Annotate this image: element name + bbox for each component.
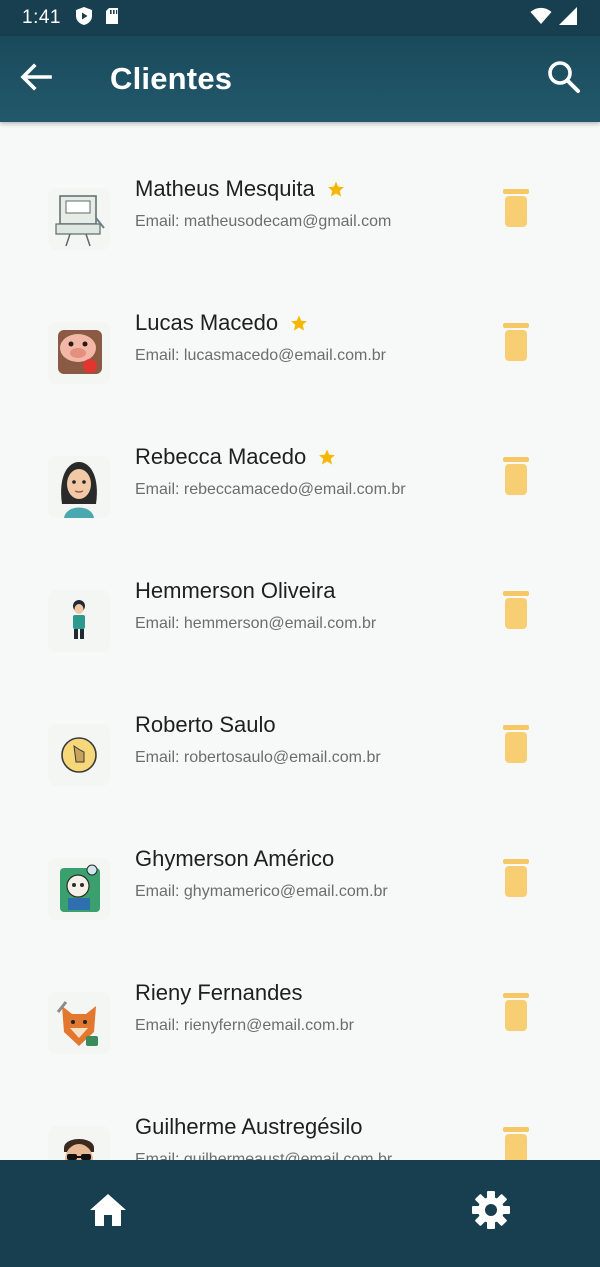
trash-icon <box>502 858 530 902</box>
trash-icon <box>502 1126 530 1160</box>
settings-icon <box>471 1190 511 1235</box>
delete-button[interactable] <box>496 318 536 370</box>
nav-settings-button[interactable] <box>469 1190 513 1234</box>
nav-home-button[interactable] <box>86 1190 130 1234</box>
status-bar: 1:41 <box>0 0 600 36</box>
client-email: Email: matheusodecam@gmail.com <box>135 213 392 230</box>
client-name: Roberto Saulo <box>135 712 276 737</box>
client-email: Email: hemmerson@email.com.br <box>135 615 377 632</box>
signal-icon <box>558 6 578 31</box>
small-person-avatar <box>48 590 110 652</box>
trash-icon <box>502 590 530 634</box>
cartoon-fox-avatar <box>48 992 110 1054</box>
client-name: Guilherme Austregésilo <box>135 1114 363 1139</box>
client-email: Email: ghymamerico@email.com.br <box>135 883 388 900</box>
delete-button[interactable] <box>496 452 536 504</box>
cartoon-character-avatar <box>48 858 110 920</box>
client-row[interactable]: Guilherme Austregésilo Email: guilhermea… <box>0 1114 600 1160</box>
arrow-left-icon <box>20 62 52 96</box>
client-email: Email: robertosaulo@email.com.br <box>135 749 381 766</box>
search-icon <box>547 60 581 99</box>
client-row[interactable]: Rebecca Macedo Email: rebeccamacedo@emai… <box>0 444 600 578</box>
client-row[interactable]: Lucas Macedo Email: lucasmacedo@email.co… <box>0 310 600 444</box>
trash-icon <box>502 724 530 768</box>
home-icon <box>88 1192 128 1233</box>
favorite-star-icon[interactable] <box>290 314 308 332</box>
client-row[interactable]: Ghymerson Américo Email: ghymamerico@ema… <box>0 846 600 980</box>
client-row[interactable]: Matheus Mesquita Email: matheusodecam@gm… <box>0 176 600 310</box>
wifi-icon <box>530 7 552 30</box>
sd-card-icon <box>105 7 119 30</box>
search-button[interactable] <box>528 36 600 122</box>
client-row[interactable]: Hemmerson Oliveira Email: hemmerson@emai… <box>0 578 600 712</box>
trash-icon <box>502 322 530 366</box>
shield-play-icon <box>75 6 93 31</box>
favorite-star-icon[interactable] <box>318 448 336 466</box>
back-button[interactable] <box>0 36 72 122</box>
app-bar: Clientes <box>0 36 600 122</box>
client-name: Lucas Macedo <box>135 310 279 335</box>
favorite-star-icon[interactable] <box>327 180 345 198</box>
client-name: Hemmerson Oliveira <box>135 578 336 603</box>
client-row[interactable]: Rieny Fernandes Email: rienyfern@email.c… <box>0 980 600 1114</box>
delete-button[interactable] <box>496 720 536 772</box>
sketch-computer-avatar <box>48 188 110 250</box>
client-list[interactable]: Matheus Mesquita Email: matheusodecam@gm… <box>0 122 600 1160</box>
trash-icon <box>502 188 530 232</box>
page-title: Clientes <box>110 61 233 96</box>
client-name: Matheus Mesquita <box>135 176 315 201</box>
bottom-nav <box>0 1160 600 1267</box>
delete-button[interactable] <box>496 1122 536 1160</box>
trash-icon <box>502 992 530 1036</box>
cartoon-pig-avatar <box>48 322 110 384</box>
client-name: Rebecca Macedo <box>135 444 307 469</box>
client-email: Email: rebeccamacedo@email.com.br <box>135 481 406 498</box>
delete-button[interactable] <box>496 184 536 236</box>
delete-button[interactable] <box>496 988 536 1040</box>
client-name: Ghymerson Américo <box>135 846 335 871</box>
client-row[interactable]: Roberto Saulo Email: robertosaulo@email.… <box>0 712 600 846</box>
delete-button[interactable] <box>496 854 536 906</box>
woman-avatar <box>48 456 110 518</box>
man-sunglasses-avatar <box>48 1126 110 1160</box>
status-time: 1:41 <box>22 7 61 28</box>
delete-button[interactable] <box>496 586 536 638</box>
client-email: Email: rienyfern@email.com.br <box>135 1017 354 1034</box>
client-email: Email: guilhermeaust@email.com.br <box>135 1151 393 1160</box>
client-name: Rieny Fernandes <box>135 980 303 1005</box>
trash-icon <box>502 456 530 500</box>
client-email: Email: lucasmacedo@email.com.br <box>135 347 386 364</box>
round-badge-avatar <box>48 724 110 786</box>
